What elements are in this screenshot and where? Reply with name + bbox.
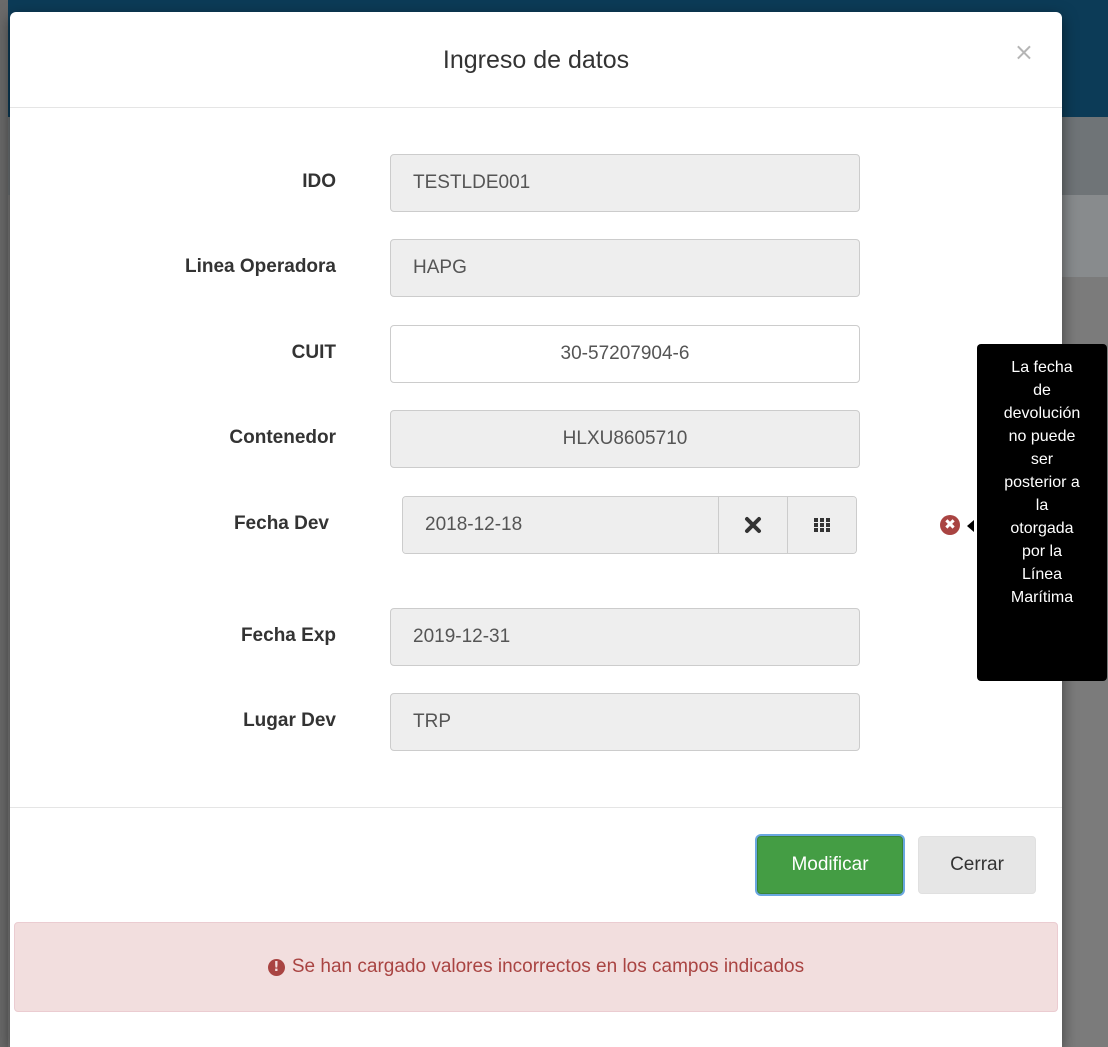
fecha-dev-input-group: 2018-12-18 <box>402 496 857 554</box>
fecha-exp-field[interactable]: 2019-12-31 <box>390 608 860 666</box>
fecha-dev-field[interactable]: 2018-12-18 <box>403 497 718 553</box>
lugar-dev-field[interactable]: TRP <box>390 693 860 751</box>
data-entry-modal: Ingreso de datos × IDO TESTLDE001 Linea … <box>10 12 1062 1047</box>
linea-operadora-label: Linea Operadora <box>185 256 336 277</box>
tooltip-line: ser <box>1030 451 1054 468</box>
lugar-dev-label: Lugar Dev <box>243 710 336 731</box>
form-row-fecha-exp: Fecha Exp 2019-12-31 <box>10 608 1062 666</box>
tooltip-line: no puede <box>1008 428 1076 445</box>
form-row-ido: IDO TESTLDE001 <box>10 154 1062 212</box>
modal-footer: Modificar Cerrar <box>10 807 1062 928</box>
alert-message: Se han cargado valores incorrectos en lo… <box>291 956 805 977</box>
close-icon[interactable]: × <box>1014 40 1034 64</box>
form-row-contenedor: Contenedor HLXU8605710 <box>10 410 1062 468</box>
linea-operadora-field[interactable]: HAPG <box>390 239 860 297</box>
form-row-linea: Linea Operadora HAPG <box>10 239 1062 297</box>
modal-title: Ingreso de datos <box>442 46 630 74</box>
validation-tooltip: La fecha de devolución no puede ser post… <box>977 344 1107 681</box>
calendar-icon <box>814 518 830 532</box>
tooltip-line: otorgada <box>1010 520 1074 537</box>
tooltip-line: La fecha <box>1011 359 1073 376</box>
tooltip-line: Línea <box>1021 566 1063 583</box>
exclamation-icon: ! <box>267 958 285 976</box>
cuit-field[interactable]: 30-57207904-6 <box>390 325 860 383</box>
form-row-cuit: CUIT 30-57207904-6 <box>10 325 1062 383</box>
contenedor-field[interactable]: HLXU8605710 <box>390 410 860 468</box>
tooltip-line: devolución <box>1003 405 1081 422</box>
tooltip-line: Marítima <box>1010 589 1074 606</box>
background-left-edge <box>0 0 8 1047</box>
contenedor-label: Contenedor <box>229 427 336 448</box>
fecha-exp-label: Fecha Exp <box>240 625 336 646</box>
tooltip-line: posterior a <box>1004 474 1080 491</box>
calendar-button[interactable] <box>787 497 856 553</box>
cerrar-button[interactable]: Cerrar <box>918 836 1036 894</box>
form-row-lugar-dev: Lugar Dev TRP <box>10 693 1062 751</box>
tooltip-line: por la <box>1021 543 1063 560</box>
clear-icon <box>745 517 761 533</box>
tooltip-line: de <box>1033 382 1051 399</box>
tooltip-line: la <box>1035 497 1049 514</box>
modal-header: Ingreso de datos × <box>10 12 1062 108</box>
background-panel <box>1062 195 1108 277</box>
error-icon: ✖ <box>940 515 960 535</box>
modificar-button[interactable]: Modificar <box>757 836 903 894</box>
clear-date-button[interactable] <box>718 497 787 553</box>
error-alert: ! Se han cargado valores incorrectos en … <box>14 922 1058 1012</box>
ido-label: IDO <box>302 171 336 192</box>
form-row-fecha-dev: Fecha Dev 2018-12-18 ✖ <box>10 496 1062 554</box>
ido-field[interactable]: TESTLDE001 <box>390 154 860 212</box>
cuit-label: CUIT <box>291 342 336 363</box>
fecha-dev-label: Fecha Dev <box>233 513 329 534</box>
tooltip-arrow <box>967 520 974 532</box>
